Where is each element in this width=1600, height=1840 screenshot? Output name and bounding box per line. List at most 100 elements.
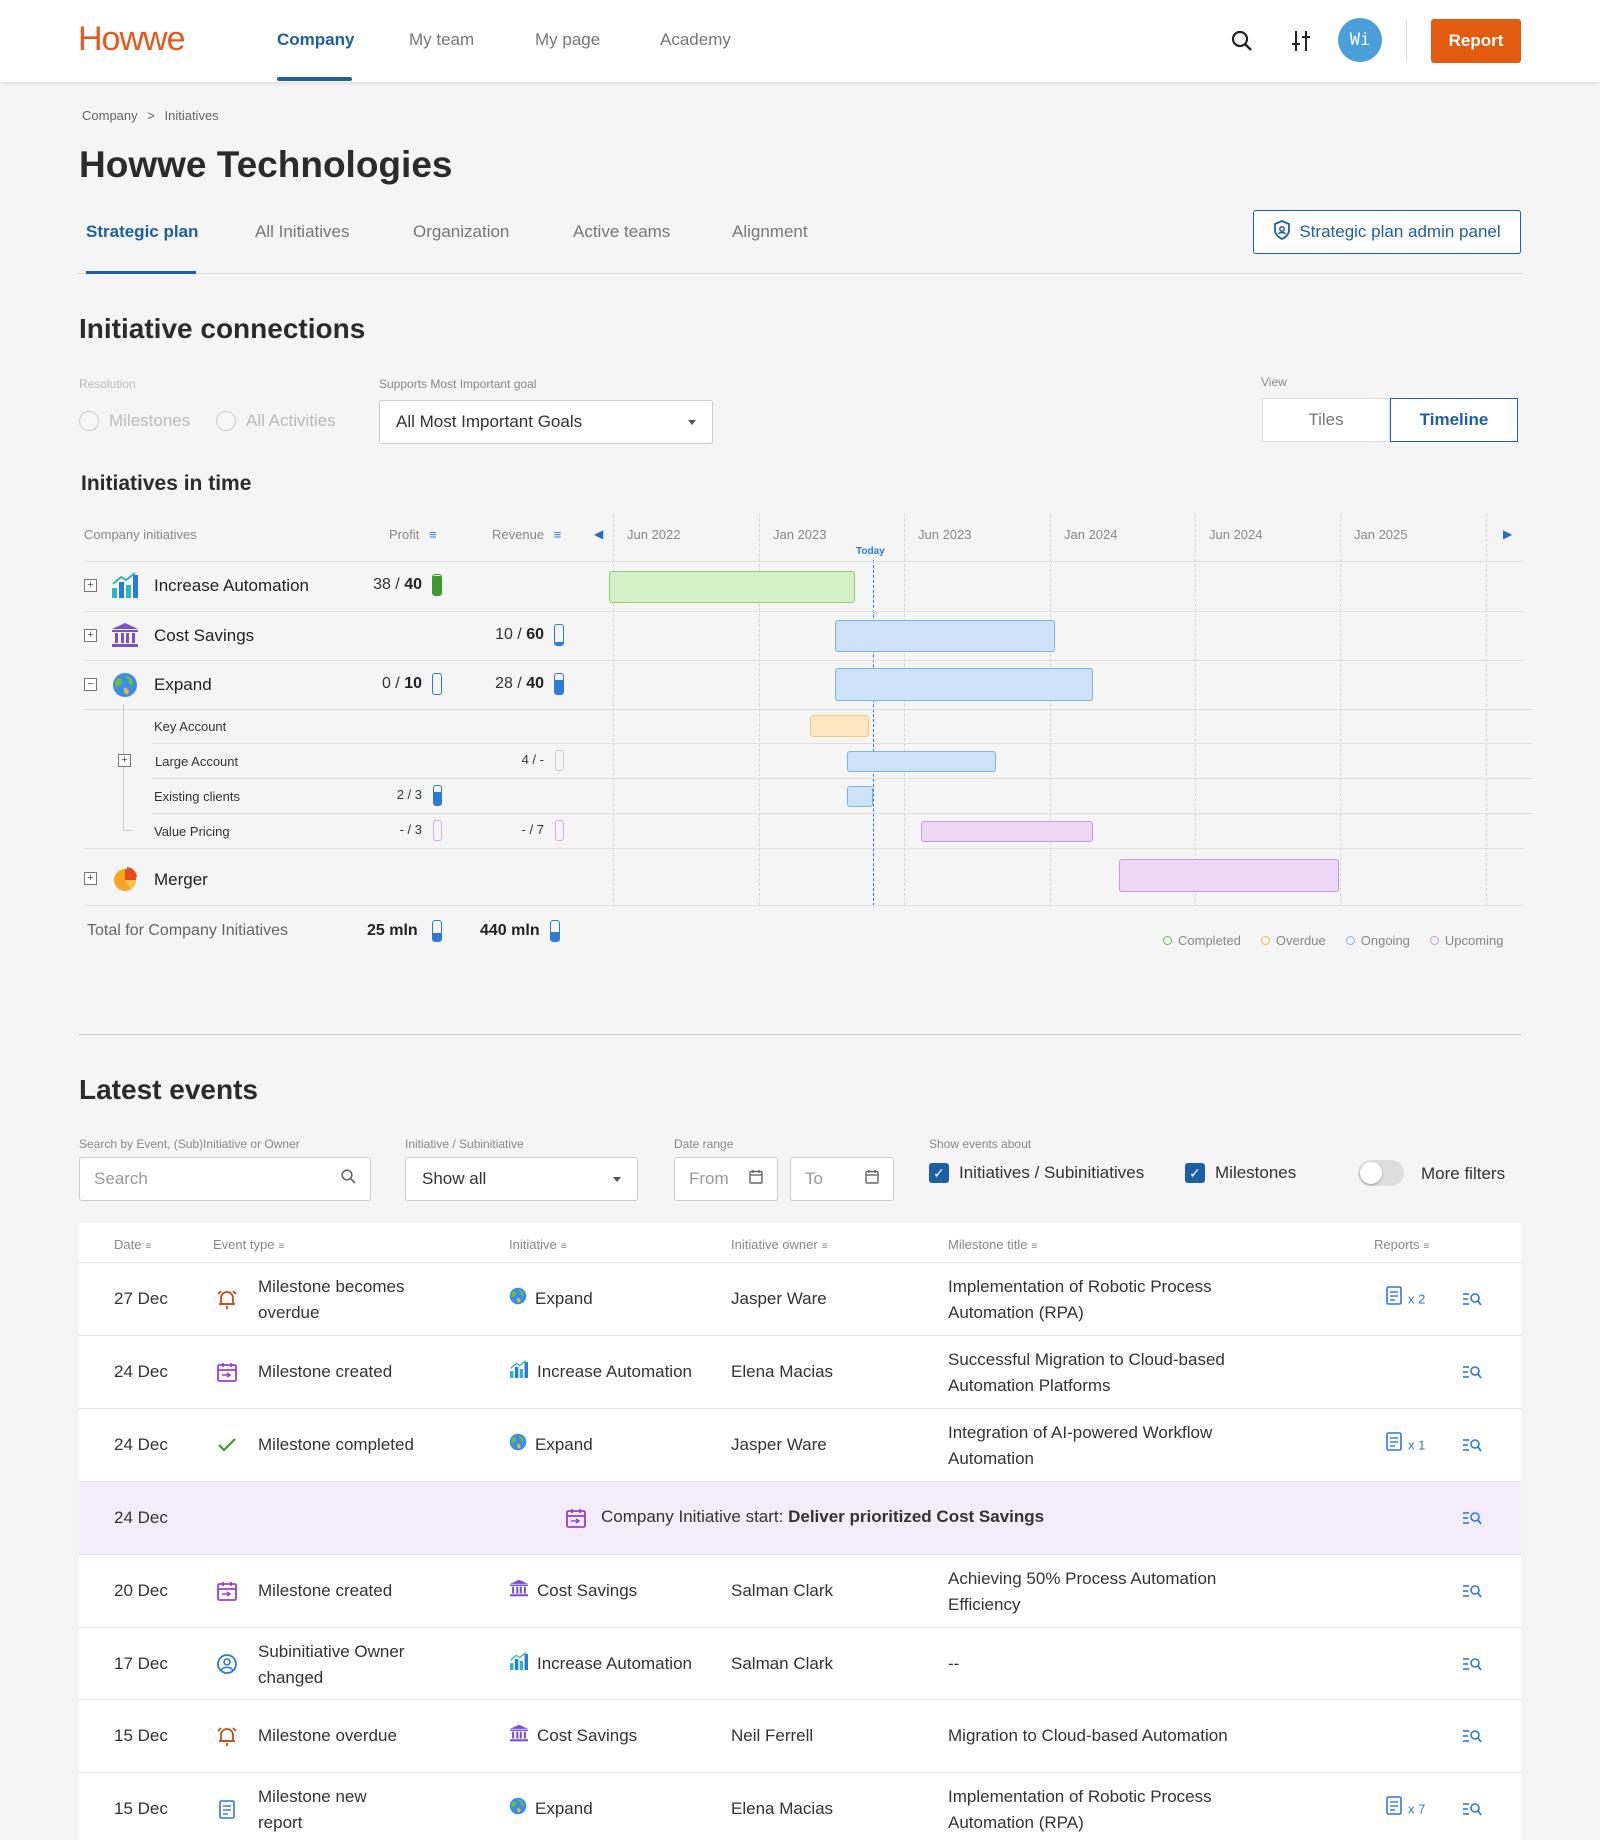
timeline-bar-ongoing[interactable] bbox=[847, 786, 873, 807]
table-row[interactable]: 24 Dec Milestone completed Expand Jasper… bbox=[79, 1409, 1521, 1482]
profit-battery bbox=[432, 574, 442, 596]
table-row[interactable]: 20 Dec Milestone created Cost Savings Sa… bbox=[79, 1555, 1521, 1628]
table-row[interactable]: 17 Dec Subinitiative Owner changed Incre… bbox=[79, 1628, 1521, 1700]
event-owner: Neil Ferrell bbox=[731, 1726, 814, 1745]
view-details-icon[interactable] bbox=[1461, 1653, 1483, 1675]
event-initiative[interactable]: Expand bbox=[509, 1286, 593, 1313]
col-initiative[interactable]: Initiative ≡ bbox=[509, 1237, 567, 1252]
checkbox-initiatives-label: Initiatives / Subinitiatives bbox=[959, 1163, 1145, 1182]
filter-sliders-icon[interactable] bbox=[1290, 29, 1312, 58]
breadcrumb-company[interactable]: Company bbox=[82, 108, 138, 123]
revenue-battery bbox=[554, 624, 564, 646]
initiative-start-name[interactable]: Deliver prioritized Cost Savings bbox=[788, 1507, 1044, 1526]
view-details-icon[interactable] bbox=[1461, 1580, 1483, 1602]
col-event-type[interactable]: Event type ≡ bbox=[213, 1237, 284, 1252]
table-row[interactable]: 15 Dec Milestone overdue Cost Savings Ne… bbox=[79, 1700, 1521, 1773]
table-row[interactable]: 27 Dec Milestone becomes overdue Expand … bbox=[79, 1263, 1521, 1336]
event-initiative[interactable]: Expand bbox=[509, 1796, 593, 1823]
view-tiles-button[interactable]: Tiles bbox=[1262, 398, 1390, 442]
nav-academy[interactable]: Academy bbox=[660, 30, 731, 50]
breadcrumb: Company > Initiatives bbox=[82, 108, 219, 123]
nav-my-team[interactable]: My team bbox=[409, 30, 474, 50]
reports-count[interactable]: x 2 bbox=[1386, 1286, 1425, 1314]
radio-milestones[interactable]: Milestones bbox=[79, 411, 190, 431]
tab-active-teams[interactable]: Active teams bbox=[573, 222, 670, 242]
timeline-bar-upcoming[interactable] bbox=[921, 821, 1093, 842]
event-date: 24 Dec bbox=[114, 1435, 168, 1454]
avatar[interactable]: Wi bbox=[1338, 18, 1382, 62]
initiative-name[interactable]: Expand bbox=[154, 675, 212, 695]
view-details-icon[interactable] bbox=[1461, 1507, 1483, 1529]
tab-strategic-plan[interactable]: Strategic plan bbox=[86, 222, 198, 242]
initiative-label: Increase Automation bbox=[537, 1654, 692, 1673]
view-details-icon[interactable] bbox=[1461, 1288, 1483, 1310]
supports-goal-select[interactable]: All Most Important Goals bbox=[379, 400, 713, 444]
initiative-filter-select[interactable]: Show all bbox=[405, 1157, 638, 1201]
initiative-name[interactable]: Cost Savings bbox=[154, 626, 254, 646]
timeline-bar-overdue[interactable] bbox=[810, 715, 869, 737]
tree-line bbox=[123, 830, 133, 831]
collapse-toggle[interactable]: − bbox=[84, 678, 97, 691]
col-date[interactable]: Date ≡ bbox=[114, 1237, 151, 1252]
nav-company[interactable]: Company bbox=[277, 30, 354, 50]
date-to-field[interactable]: To bbox=[790, 1157, 894, 1201]
profit-battery bbox=[433, 820, 442, 841]
view-details-icon[interactable] bbox=[1461, 1798, 1483, 1820]
nav-my-page[interactable]: My page bbox=[535, 30, 600, 50]
report-button[interactable]: Report bbox=[1431, 19, 1521, 63]
checkbox-initiatives[interactable]: ✓ Initiatives / Subinitiatives bbox=[929, 1163, 1144, 1183]
view-details-icon[interactable] bbox=[1461, 1434, 1483, 1456]
howwe-logo[interactable]: Howwe bbox=[78, 20, 185, 59]
table-row-initiative-start[interactable]: 24 Dec Company Initiative start: Deliver… bbox=[79, 1482, 1521, 1555]
date-from-field[interactable]: From bbox=[674, 1157, 778, 1201]
subinitiative-name[interactable]: Value Pricing bbox=[154, 824, 230, 839]
view-details-icon[interactable] bbox=[1461, 1361, 1483, 1383]
col-initiative-owner[interactable]: Initiative owner ≡ bbox=[731, 1237, 828, 1252]
search-icon[interactable] bbox=[1231, 30, 1253, 57]
event-milestone: Implementation of Robotic Process Automa… bbox=[948, 1787, 1212, 1832]
expand-toggle[interactable]: + bbox=[84, 629, 97, 642]
checkbox-milestones[interactable]: ✓ Milestones bbox=[1185, 1163, 1296, 1183]
col-milestone-title[interactable]: Milestone title ≡ bbox=[948, 1237, 1037, 1252]
search-field[interactable]: Search bbox=[79, 1157, 371, 1201]
expand-toggle[interactable]: + bbox=[84, 579, 97, 592]
legend-ongoing: Ongoing bbox=[1345, 933, 1410, 948]
table-row[interactable]: 15 Dec Milestone new report Expand Elena… bbox=[79, 1773, 1521, 1840]
event-initiative[interactable]: Expand bbox=[509, 1432, 593, 1459]
tab-organization[interactable]: Organization bbox=[413, 222, 509, 242]
reports-count[interactable]: x 7 bbox=[1386, 1796, 1425, 1824]
event-initiative[interactable]: Increase Automation bbox=[509, 1359, 692, 1386]
initiative-name[interactable]: Increase Automation bbox=[154, 576, 309, 596]
more-filters-toggle[interactable] bbox=[1358, 1160, 1404, 1186]
revenue-value: 4 / - bbox=[521, 752, 544, 767]
view-timeline-button[interactable]: Timeline bbox=[1390, 398, 1518, 442]
initiative-name[interactable]: Merger bbox=[154, 870, 208, 890]
timeline-bar-ongoing[interactable] bbox=[835, 620, 1055, 652]
revenue-value: 10 / 60 bbox=[495, 626, 544, 643]
event-initiative[interactable]: Cost Savings bbox=[509, 1723, 637, 1750]
expand-toggle[interactable]: + bbox=[118, 754, 131, 767]
admin-panel-button[interactable]: Strategic plan admin panel bbox=[1253, 210, 1521, 254]
event-type: Milestone completed bbox=[258, 1435, 414, 1454]
event-initiative[interactable]: Increase Automation bbox=[509, 1651, 692, 1678]
col-reports[interactable]: Reports ≡ bbox=[1374, 1237, 1429, 1252]
timeline-bar-ongoing[interactable] bbox=[835, 668, 1093, 701]
timeline-bar-ongoing[interactable] bbox=[847, 751, 996, 772]
timeline-bar-completed[interactable] bbox=[609, 571, 855, 603]
calendar-icon bbox=[749, 1169, 763, 1189]
tab-alignment[interactable]: Alignment bbox=[732, 222, 808, 242]
table-row[interactable]: 24 Dec Milestone created Increase Automa… bbox=[79, 1336, 1521, 1409]
subinitiative-name[interactable]: Key Account bbox=[154, 719, 226, 734]
tab-all-initiatives[interactable]: All Initiatives bbox=[255, 222, 349, 242]
subinitiative-name[interactable]: Existing clients bbox=[154, 789, 240, 804]
radio-all-activities[interactable]: All Activities bbox=[216, 411, 336, 431]
event-initiative[interactable]: Cost Savings bbox=[509, 1578, 637, 1605]
timeline-bar-upcoming[interactable] bbox=[1119, 859, 1339, 892]
subinitiative-name[interactable]: Large Account bbox=[155, 754, 238, 769]
profit-value: 2 / 3 bbox=[396, 787, 422, 802]
supports-goal-value: All Most Important Goals bbox=[396, 412, 583, 431]
expand-toggle[interactable]: + bbox=[84, 872, 97, 885]
reports-count[interactable]: x 1 bbox=[1386, 1432, 1425, 1460]
chevron-down-icon bbox=[688, 419, 696, 425]
view-details-icon[interactable] bbox=[1461, 1725, 1483, 1747]
